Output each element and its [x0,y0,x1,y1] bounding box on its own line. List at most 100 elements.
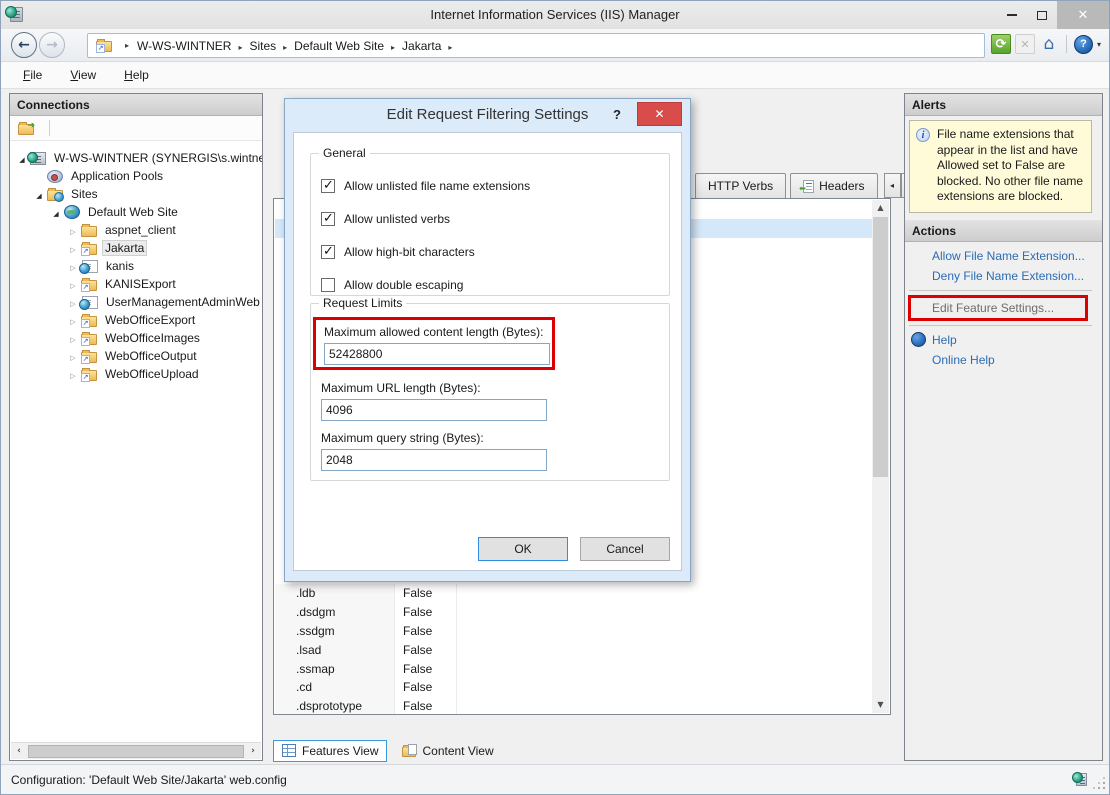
tree-item[interactable]: UserManagementAdminWeb [10,293,262,311]
extension-row[interactable]: .ldb False [275,584,872,603]
vertical-scrollbar[interactable]: ▲ ▼ [872,200,889,713]
limit-field-label: Maximum query string (Bytes): [313,426,555,449]
tree-item[interactable]: kanis [10,257,262,275]
edit-request-filtering-dialog: Edit Request Filtering Settings ? ✕ Gene… [284,98,691,582]
tree-item[interactable]: W-WS-WINTNER (SYNERGIS\s.wintner) [10,149,262,167]
checkbox[interactable] [321,179,335,193]
tree-item[interactable]: WebOfficeImages [10,329,262,347]
allowed-cell: False [395,584,457,603]
checkbox[interactable] [321,278,335,292]
cancel-button[interactable]: Cancel [580,537,670,561]
back-button[interactable]: ← [11,32,37,58]
extension-row[interactable]: .cd False [275,678,872,697]
limit-input[interactable] [324,343,550,365]
menu-item[interactable]: File [23,68,42,82]
action-link[interactable]: Help [905,330,1102,350]
tree-expander-icon[interactable] [67,331,79,345]
tree-item[interactable]: Sites [10,185,262,203]
help-dropdown-caret-icon[interactable]: ▾ [1097,40,1101,49]
tree-item-label: WebOfficeUpload [102,366,202,382]
checkbox-row[interactable]: Allow high-bit characters [321,242,669,262]
scroll-left-icon[interactable]: ‹ [11,746,27,756]
breadcrumb-item[interactable]: Sites [249,39,294,53]
allowed-cell: False [395,640,457,659]
tree-item[interactable]: aspnet_client [10,221,262,239]
dialog-help-button[interactable]: ? [606,104,628,126]
extension-cell: .dsprototype [275,697,395,715]
maximize-button[interactable] [1027,1,1057,29]
menu-item[interactable]: View [70,68,96,82]
breadcrumb[interactable]: ▸ W-WS-WINTNERSitesDefault Web SiteJakar… [87,33,985,58]
create-connection-icon[interactable] [18,124,34,135]
ok-button[interactable]: OK [478,537,568,561]
tree-expander-icon[interactable] [67,223,79,237]
breadcrumb-item[interactable]: W-WS-WINTNER [137,39,249,53]
action-link-label: Deny File Name Extension... [932,269,1084,283]
checkbox[interactable] [321,212,335,226]
menu-item[interactable]: Help [124,68,149,82]
extension-row[interactable]: .ssmap False [275,659,872,678]
limit-input[interactable] [321,449,547,471]
action-link[interactable]: Edit Feature Settings... [911,298,1085,318]
scroll-down-icon[interactable]: ▼ [872,697,889,713]
extension-row[interactable]: .dsdgm False [275,603,872,622]
action-link[interactable]: Allow File Name Extension... [905,246,1102,266]
tree-expander-icon[interactable] [50,205,62,219]
tree-item[interactable]: Default Web Site [10,203,262,221]
tree-expander-icon[interactable] [67,241,79,255]
dialog-close-button[interactable]: ✕ [637,102,682,126]
tree-expander-icon[interactable] [67,277,79,291]
tree-expander-icon[interactable] [33,187,45,201]
tree-expander-icon[interactable] [67,259,79,273]
tree-item[interactable]: WebOfficeOutput [10,347,262,365]
tab-scroll-left-button[interactable]: ◂ [884,173,901,198]
home-button[interactable]: ⌂ [1039,34,1059,54]
view-tab[interactable]: Content View [393,740,502,762]
maximize-icon [1037,11,1047,20]
resize-grip-icon[interactable] [1095,779,1105,789]
limit-input[interactable] [321,399,547,421]
checkbox[interactable] [321,245,335,259]
horizontal-scrollbar[interactable]: ‹ › [11,742,261,759]
extension-row[interactable]: .dsprototype False [275,697,872,715]
action-link[interactable]: Online Help [905,350,1102,370]
extension-row[interactable]: .lsad False [275,640,872,659]
scroll-right-icon[interactable]: › [245,746,261,756]
close-button[interactable]: ✕ [1057,1,1109,29]
feature-tab[interactable]: Headers [790,173,877,198]
checkbox-row[interactable]: Allow unlisted file name extensions [321,176,669,196]
scrollbar-thumb[interactable] [28,745,244,758]
tree-item[interactable]: WebOfficeExport [10,311,262,329]
tree-expander-icon[interactable] [67,295,79,309]
tree-item[interactable]: Jakarta [10,239,262,257]
checkbox-row[interactable]: Allow double escaping [321,275,669,295]
tree-item[interactable]: WebOfficeUpload [10,365,262,383]
tree-expander-icon[interactable] [67,349,79,363]
tree-expander-icon[interactable] [67,313,79,327]
minimize-button[interactable] [997,1,1027,29]
help-menu-button[interactable]: ? [1074,35,1093,54]
breadcrumb-item[interactable]: Default Web Site [294,39,402,53]
breadcrumb-item[interactable]: Jakarta [402,39,459,53]
scrollbar-thumb[interactable] [873,217,888,477]
alert-message-box: i File name extensions that appear in th… [909,120,1092,213]
web-application-icon [82,296,98,309]
allowed-cell: False [395,659,457,678]
tree-item-label: kanis [103,258,137,274]
forward-button[interactable]: → [39,32,65,58]
checkbox-row[interactable]: Allow unlisted verbs [321,209,669,229]
general-group-label: General [319,146,370,160]
tree-item[interactable]: KANISExport [10,275,262,293]
tree-expander-icon[interactable] [67,367,79,381]
feature-tab[interactable]: HTTP Verbs [695,173,786,198]
extension-row[interactable]: .ssdgm False [275,622,872,641]
action-link[interactable]: Deny File Name Extension... [905,266,1102,286]
scroll-up-icon[interactable]: ▲ [872,200,889,216]
info-icon: i [916,128,930,142]
website-globe-icon [64,205,80,219]
refresh-button[interactable]: ⟳ [991,34,1011,54]
tree-item[interactable]: Application Pools [10,167,262,185]
limit-field: Maximum URL length (Bytes): [313,376,555,421]
view-tab[interactable]: Features View [273,740,387,762]
stop-button[interactable]: ✕ [1015,34,1035,54]
